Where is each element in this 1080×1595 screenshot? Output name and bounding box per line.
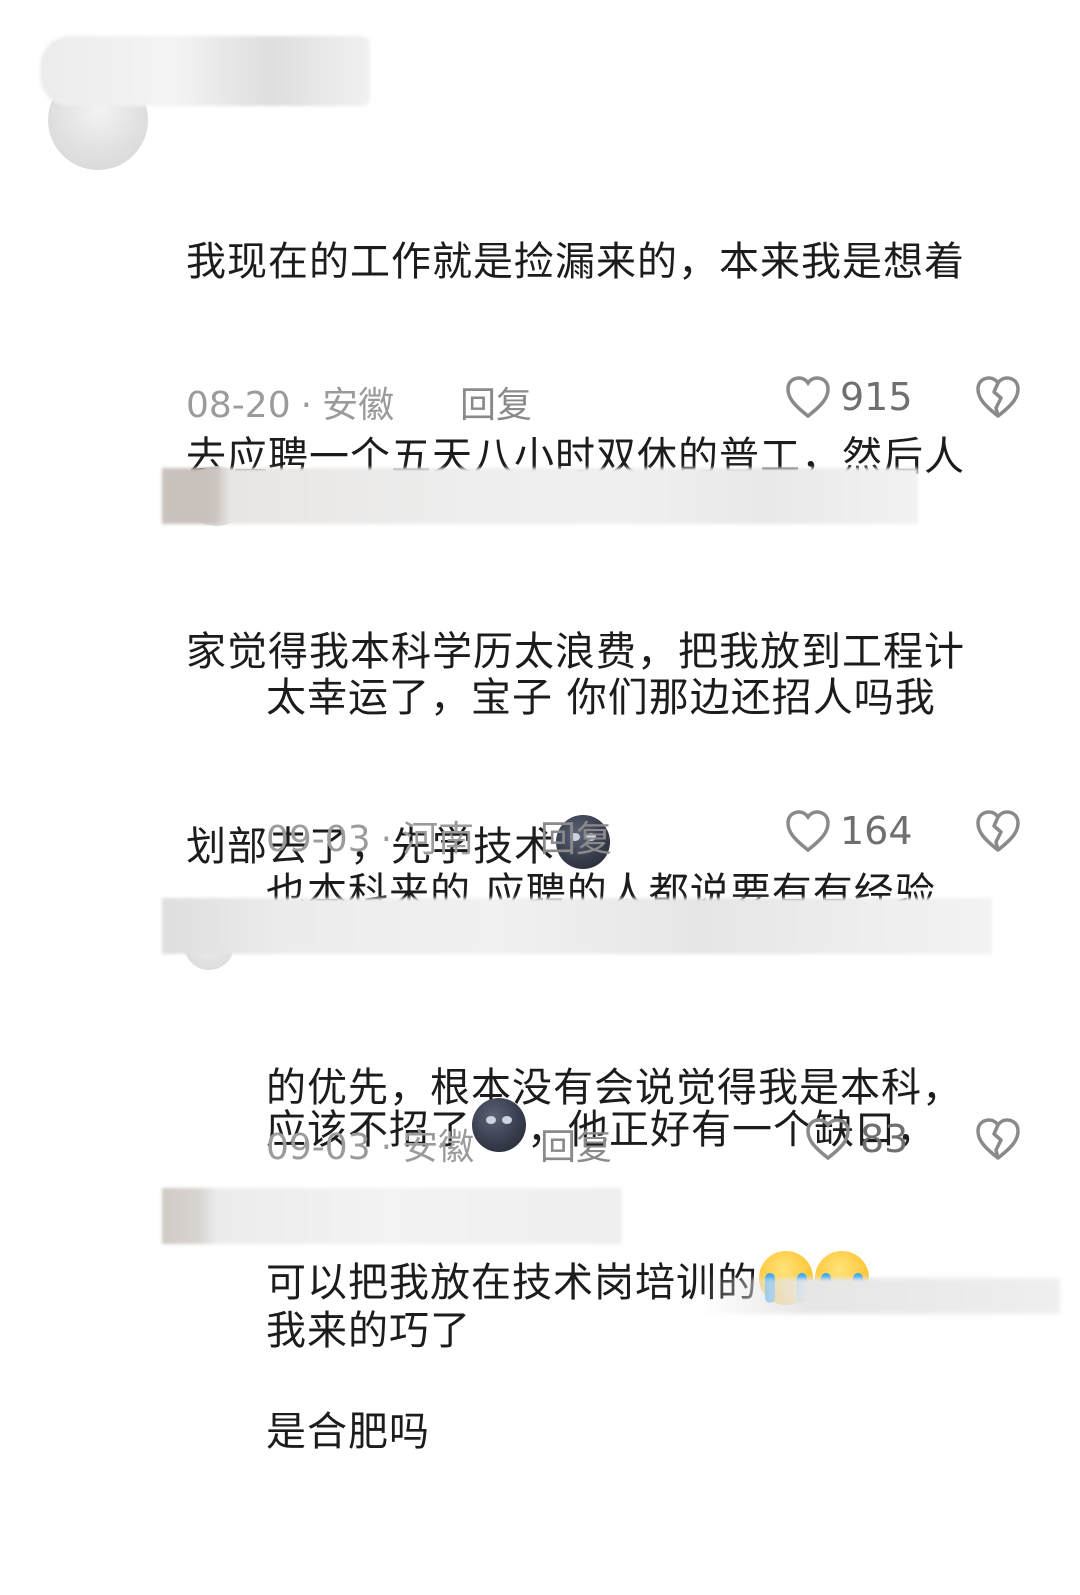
comment-1: 我现在的工作就是捡漏来的，本来我是想着 去应聘一个五天八小时双休的普工，然后人 … bbox=[0, 0, 1080, 870]
like-button[interactable]: 83 bbox=[804, 1116, 908, 1162]
comment-line: 是合肥吗 bbox=[266, 1409, 430, 1455]
comment-2: 太幸运了，宝子 你们那边还招人吗我 也本科来的 应聘的人都说要有有经验 的优先，… bbox=[0, 440, 1080, 1306]
meta-separator: · bbox=[300, 385, 313, 426]
like-button[interactable]: 164 bbox=[784, 808, 913, 854]
broken-heart-icon bbox=[976, 1118, 1020, 1160]
comment-line: 我现在的工作就是捡漏来的，本来我是想着 bbox=[186, 239, 965, 285]
comment-meta: 09-03 · 河南 bbox=[266, 810, 474, 862]
reply-button[interactable]: 回复 bbox=[540, 810, 612, 862]
comment-meta: 09-03 · 安徽 bbox=[266, 1118, 474, 1170]
comment-date: 08-20 bbox=[186, 385, 291, 426]
broken-heart-icon bbox=[976, 810, 1020, 852]
dislike-button[interactable] bbox=[974, 1116, 1022, 1166]
comment-location: 安徽 bbox=[402, 1127, 475, 1168]
comment-location: 河南 bbox=[402, 819, 475, 860]
heart-outline-icon bbox=[806, 1118, 850, 1161]
reply-button[interactable]: 回复 bbox=[540, 1118, 612, 1170]
blurred-username bbox=[162, 468, 918, 524]
blurred-username bbox=[162, 1188, 622, 1244]
dislike-button[interactable] bbox=[974, 374, 1022, 424]
heart-outline-icon bbox=[786, 376, 830, 419]
meta-separator: · bbox=[380, 1127, 393, 1168]
reply-button[interactable]: 回复 bbox=[460, 376, 532, 428]
comment-3: 应该不招了 ，他正好有一个缺口， 我来的巧了 09-03 · 安徽 回复 83 bbox=[0, 880, 1080, 1354]
like-count: 83 bbox=[860, 1117, 909, 1161]
comment-line: 太幸运了，宝子 你们那边还招人吗我 bbox=[266, 675, 936, 721]
comment-location: 安徽 bbox=[322, 385, 395, 426]
like-count: 915 bbox=[840, 375, 913, 419]
new-moon-face-icon bbox=[472, 1098, 526, 1152]
heart-outline-icon bbox=[786, 810, 830, 853]
watermark bbox=[700, 1278, 1060, 1314]
broken-heart-icon bbox=[976, 376, 1020, 418]
comment-meta: 08-20 · 安徽 bbox=[186, 376, 394, 428]
blurred-username bbox=[40, 36, 370, 106]
like-button[interactable]: 915 bbox=[784, 374, 913, 420]
dislike-button[interactable] bbox=[974, 808, 1022, 858]
blurred-username bbox=[162, 898, 992, 954]
like-count: 164 bbox=[840, 809, 913, 853]
comment-text: 是合肥吗 bbox=[266, 1270, 430, 1595]
comment-date: 09-03 bbox=[266, 1127, 371, 1168]
comment-date: 09-03 bbox=[266, 819, 371, 860]
meta-separator: · bbox=[380, 819, 393, 860]
